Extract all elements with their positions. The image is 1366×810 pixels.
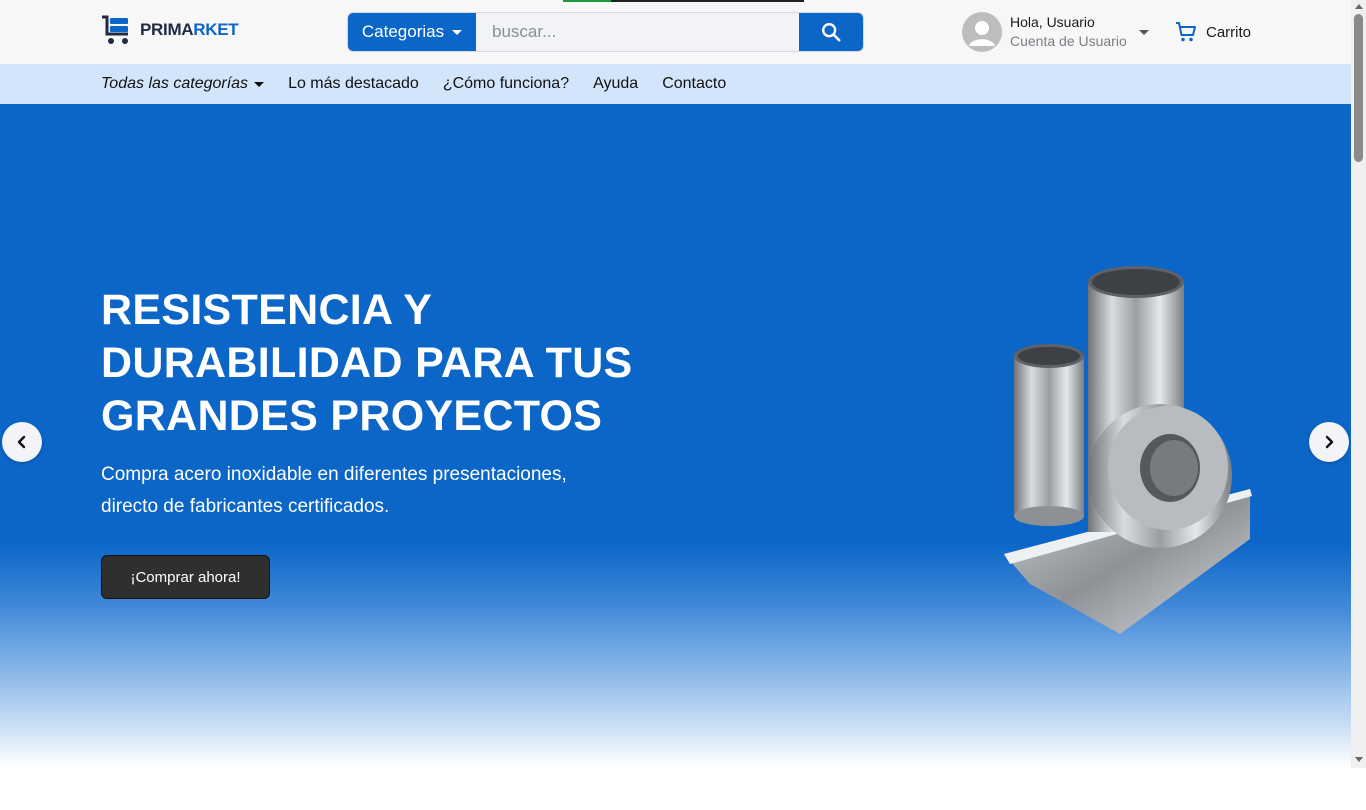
logo-text-primary: PRIMA	[140, 20, 194, 39]
logo-cart-icon	[102, 15, 128, 44]
stainless-steel-products-image	[1004, 266, 1252, 634]
nav-all-categories[interactable]: Todas las categorías	[101, 75, 265, 93]
account-subtitle: Cuenta de Usuario	[1010, 33, 1127, 49]
chevron-left-icon	[17, 435, 26, 449]
page-load-progress-fill	[563, 0, 612, 2]
nav-item-label: ¿Cómo funciona?	[442, 75, 570, 92]
top-header: PRIMARKET Categorias Hola, Usuario Cuent…	[0, 0, 1351, 64]
chevron-down-icon	[452, 29, 463, 35]
nav-help[interactable]: Ayuda	[593, 75, 638, 93]
page-scrollbar[interactable]	[1351, 0, 1366, 768]
nav-how-it-works[interactable]: ¿Cómo funciona?	[443, 75, 569, 93]
nav-item-label: Todas las categorías	[101, 75, 249, 92]
category-dropdown-button[interactable]: Categorias	[348, 13, 476, 51]
nav-item-label: Contacto	[662, 75, 727, 92]
logo[interactable]: PRIMARKET	[100, 14, 239, 46]
carousel-next-button[interactable]	[1309, 422, 1349, 462]
cart-label: Carrito	[1206, 23, 1252, 41]
search-bar: Categorias	[347, 12, 864, 52]
search-button[interactable]	[799, 13, 863, 51]
nav-contact[interactable]: Contacto	[662, 75, 726, 93]
chevron-down-icon[interactable]	[1138, 29, 1149, 35]
nav-item-label: Lo más destacado	[288, 75, 419, 92]
category-dropdown-label: Categorias	[361, 22, 445, 41]
nav-featured[interactable]: Lo más destacado	[288, 75, 419, 93]
page-load-progress	[563, 0, 804, 2]
hero-carousel: RESISTENCIA Y DURABILIDAD PARA TUS GRAND…	[0, 104, 1351, 768]
hero-subtitle-line: directo de fabricantes certificados.	[101, 496, 390, 517]
nav-item-label: Ayuda	[593, 75, 639, 92]
category-nav: Todas las categorías Lo más destacado ¿C…	[0, 64, 1351, 104]
shop-now-button[interactable]: ¡Comprar ahora!	[101, 555, 270, 599]
hero-title-line: DURABILIDAD PARA TUS	[101, 339, 633, 387]
hero-subtitle: Compra acero inoxidable en diferentes pr…	[101, 459, 661, 523]
logo-wordmark: PRIMARKET	[140, 20, 239, 40]
account-text: Hola, Usuario Cuenta de Usuario	[1010, 13, 1127, 51]
scroll-up-arrow-icon[interactable]	[1355, 4, 1363, 9]
carousel-prev-button[interactable]	[2, 422, 42, 462]
user-avatar-icon	[962, 12, 1002, 52]
account-greeting: Hola, Usuario	[1010, 14, 1095, 30]
hero-title-line: RESISTENCIA Y	[101, 286, 433, 334]
shopping-cart-icon	[1176, 22, 1196, 42]
account-menu[interactable]: Hola, Usuario Cuenta de Usuario	[962, 12, 1149, 52]
logo-text-accent: RKET	[193, 20, 239, 39]
chevron-down-icon	[254, 81, 265, 87]
hero-subtitle-line: Compra acero inoxidable en diferentes pr…	[101, 464, 567, 485]
scrollbar-thumb[interactable]	[1354, 14, 1363, 162]
cart-link[interactable]: Carrito	[1174, 20, 1251, 44]
search-icon	[822, 23, 841, 42]
hero-title-line: GRANDES PROYECTOS	[101, 392, 603, 440]
scroll-down-arrow-icon[interactable]	[1355, 757, 1363, 762]
hero-title: RESISTENCIA Y DURABILIDAD PARA TUS GRAND…	[101, 284, 701, 443]
chevron-right-icon	[1325, 435, 1334, 449]
search-input[interactable]	[476, 13, 799, 51]
